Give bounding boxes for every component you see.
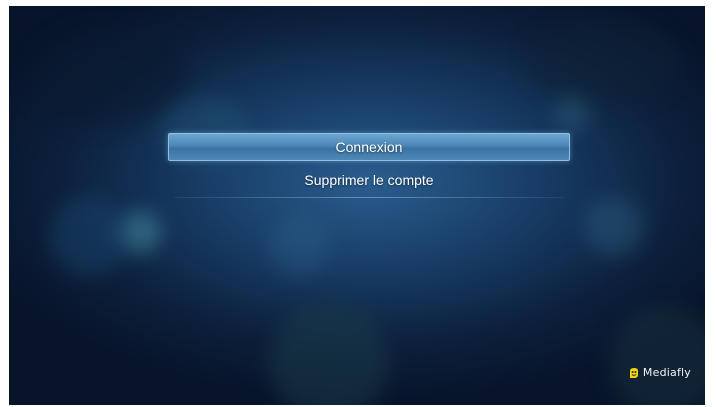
background-bokeh	[529, 16, 679, 106]
background-bokeh	[269, 301, 389, 405]
background-bokeh	[269, 216, 329, 276]
background-bokeh	[584, 196, 644, 256]
background-bokeh	[49, 196, 129, 276]
screen: Connexion Supprimer le compte Mediafly	[9, 6, 705, 405]
menu-item-supprimer-le-compte[interactable]: Supprimer le compte	[168, 165, 570, 195]
menu-item-label: Supprimer le compte	[304, 172, 434, 188]
menu-divider	[174, 197, 564, 198]
brand-name: Mediafly	[642, 366, 691, 379]
menu-item-label: Connexion	[335, 139, 403, 155]
brand-logo: Mediafly	[628, 366, 691, 379]
background-bokeh	[29, 26, 189, 126]
background-bokeh	[609, 306, 705, 405]
mediafly-logo-icon	[629, 367, 638, 378]
background-bokeh	[554, 96, 590, 132]
menu-item-connexion[interactable]: Connexion	[168, 133, 570, 161]
account-menu: Connexion Supprimer le compte	[168, 133, 570, 198]
